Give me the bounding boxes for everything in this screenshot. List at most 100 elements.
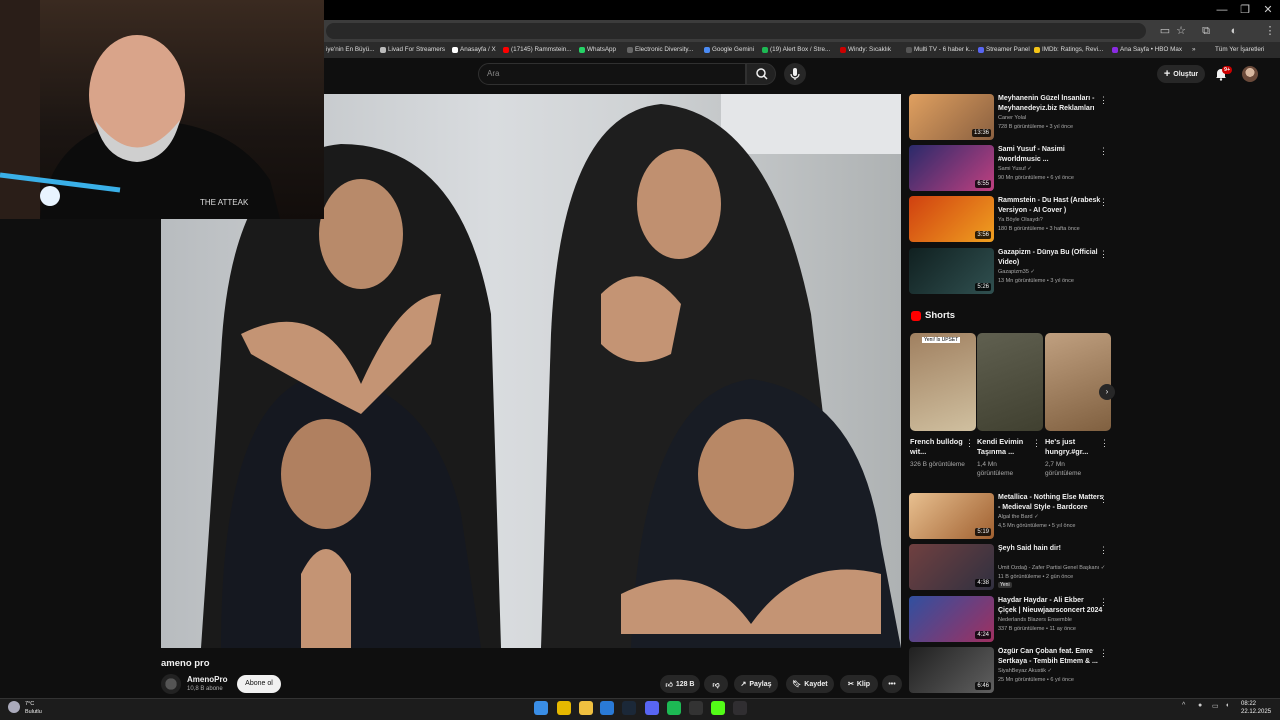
recommended-video[interactable]: 4:38 Şeyh Said hain dir! Ümit Özdağ - Zafe… [909,544,1114,590]
video-thumbnail[interactable]: 6:46 [909,647,994,693]
video-thumbnail[interactable]: 3:56 [909,196,994,242]
video-thumbnail[interactable]: 4:24 [909,596,994,642]
voice-search-button[interactable] [784,63,806,85]
minimize-icon[interactable]: — [1212,3,1232,17]
short-title[interactable]: Kendi Evimin Taşınma ... [977,437,1032,457]
bookmark-item[interactable]: Google Gemini [704,42,754,58]
short-thumbnail[interactable]: Yeni! İs UPSET [910,333,976,431]
channel-name[interactable]: Nederlands Blazers Ensemble [998,617,1108,623]
bookmarks-overflow-icon[interactable]: » [1192,42,1196,58]
file-explorer-icon[interactable] [579,701,593,715]
tray-overflow-chevron-icon[interactable]: ^ [1182,702,1185,709]
recommended-video[interactable]: 5:26 Gazapizm - Dünya Bu (Official Video)… [909,248,1114,294]
profile-icon[interactable]: ◐ [1226,23,1242,39]
video-thumbnail[interactable]: 5:26 [909,248,994,294]
bookmark-item[interactable]: (17145) Rammstein... [503,42,572,58]
discord-icon[interactable] [645,701,659,715]
recommended-video[interactable]: 4:24 Haydar Haydar - Ali Ekber Çiçek | Ni… [909,596,1114,642]
search-button[interactable] [746,63,776,85]
channel-name[interactable]: AmenoPro [187,675,227,684]
video-thumbnail[interactable]: 5:19 [909,493,994,539]
obs-icon[interactable] [733,701,747,715]
recommended-video[interactable]: 6:46 Özgür Can Çoban feat. Emre Sertkaya … [909,647,1114,693]
video-thumbnail[interactable]: 6:55 [909,145,994,191]
volume-icon[interactable]: ◖ [1225,702,1229,709]
channel-avatar[interactable] [161,674,181,694]
channel-name[interactable]: Ümit Özdağ - Zafer Partisi Genel Başkanı… [998,565,1108,571]
url-field[interactable] [326,23,1146,39]
video-title[interactable]: Metallica - Nothing Else Matters - Medie… [998,493,1104,512]
bookmark-item[interactable]: Windy: Sıcaklık [840,42,891,58]
short-thumbnail[interactable] [1045,333,1111,431]
recommended-video[interactable]: 13:36 Meyhanenin Güzel İnsanları - Meyhan… [909,94,1114,140]
shorts-next-chevron-icon[interactable]: › [1099,384,1115,400]
more-options-icon[interactable]: ⋮ [1099,95,1108,106]
video-title[interactable]: Şeyh Said hain dir! [998,544,1104,554]
more-options-icon[interactable]: ⋮ [1099,597,1108,608]
video-thumbnail[interactable]: 13:36 [909,94,994,140]
video-title[interactable]: Gazapizm - Dünya Bu (Official Video) [998,248,1104,267]
more-options-icon[interactable]: ⋮ [1099,648,1108,659]
maximize-icon[interactable]: ❐ [1235,3,1255,17]
bookmark-item[interactable]: Streamer Panel [978,42,1030,58]
epic-games-icon[interactable] [689,701,703,715]
recommended-video[interactable]: 5:19 Metallica - Nothing Else Matters - M… [909,493,1114,539]
bookmark-item[interactable]: Livad For Streamers [380,42,445,58]
more-options-icon[interactable]: ⋮ [1099,545,1108,556]
more-options-icon[interactable]: ⋮ [1100,438,1109,449]
bookmark-item[interactable]: Electronic Diversity... [627,42,693,58]
bookmark-item[interactable]: Ana Sayfa • HBO Max [1112,42,1182,58]
network-icon[interactable]: ▭ [1212,702,1219,710]
channel-name[interactable]: Caner Yolal [998,115,1108,121]
channel-name[interactable]: SiyahBeyaz Akustik ✓ [998,668,1108,674]
more-options-icon[interactable]: ⋮ [1099,146,1108,157]
subscribe-button[interactable]: Abone ol [237,675,281,693]
video-title[interactable]: Haydar Haydar - Ali Ekber Çiçek | Nieuwj… [998,596,1104,615]
video-title[interactable]: Sami Yusuf - Nasimi #worldmusic ... [998,145,1104,164]
kick-icon[interactable] [711,701,725,715]
browser-menu-icon[interactable]: ⋮ [1262,23,1278,39]
save-button[interactable]: 🔖︎ Kaydet [786,675,834,693]
bookmark-item[interactable]: WhatsApp [579,42,616,58]
clock-date[interactable]: 22.12.2025 [1241,709,1271,715]
create-button[interactable]: + Oluştur [1157,65,1205,83]
channel-name[interactable]: Algal the Bard ✓ [998,514,1108,520]
chrome-icon[interactable] [557,701,571,715]
video-title[interactable]: Özgür Can Çoban feat. Emre Sertkaya - Te… [998,647,1104,666]
all-bookmarks-folder[interactable]: Tüm Yer İşaretleri [1215,42,1264,58]
bookmark-item[interactable]: (19) Alert Box / Stre... [762,42,830,58]
channel-name[interactable]: Gazapizm35 ✓ [998,269,1108,275]
video-title[interactable]: Meyhanenin Güzel İnsanları - Meyhanedeyi… [998,94,1104,113]
windows-start-icon[interactable] [534,701,548,715]
steam-icon[interactable] [622,701,636,715]
share-button[interactable]: ↗ Paylaş [734,675,778,693]
more-actions-button[interactable]: ••• [882,675,902,693]
short-title[interactable]: He's just hungry.#gr... [1045,437,1100,457]
bookmark-item[interactable]: IMDb: Ratings, Revi... [1034,42,1103,58]
channel-name[interactable]: Sami Yusuf ✓ [998,166,1108,172]
short-thumbnail[interactable] [977,333,1043,431]
clock-time[interactable]: 08:22 [1241,701,1256,707]
close-icon[interactable]: ✕ [1258,3,1278,17]
clip-button[interactable]: ✂ Klip [840,675,878,693]
channel-name[interactable]: Ya Böyle Olsaydı? [998,217,1108,223]
account-avatar[interactable] [1242,66,1258,82]
dislike-button[interactable]: 👎︎ [704,675,728,693]
bookmark-item[interactable]: Multi TV - 6 haber k... [906,42,974,58]
recommended-video[interactable]: 3:56 Rammstein - Du Hast (Arabesk Versiyo… [909,196,1114,242]
like-button[interactable]: 👍︎ 128 B [660,675,700,693]
video-thumbnail[interactable]: 4:38 [909,544,994,590]
more-options-icon[interactable]: ⋮ [1099,197,1108,208]
more-options-icon[interactable]: ⋮ [1099,249,1108,260]
bookmark-star-icon[interactable]: ☆ [1173,23,1189,39]
recommended-video[interactable]: 6:55 Sami Yusuf - Nasimi #worldmusic ... S… [909,145,1114,191]
edge-icon[interactable] [600,701,614,715]
microphone-tray-icon[interactable]: ● [1198,702,1202,709]
bookmark-item[interactable]: Anasayfa / X [452,42,496,58]
more-options-icon[interactable]: ⋮ [1099,494,1108,505]
more-options-icon[interactable]: ⋮ [965,438,974,449]
cast-icon[interactable]: ▭ [1157,23,1173,39]
bookmark-item[interactable]: iye'nin En Büyü... [318,42,374,58]
extensions-icon[interactable]: ⧉ [1198,23,1214,39]
video-title[interactable]: Rammstein - Du Hast (Arabesk Versiyon - … [998,196,1104,215]
